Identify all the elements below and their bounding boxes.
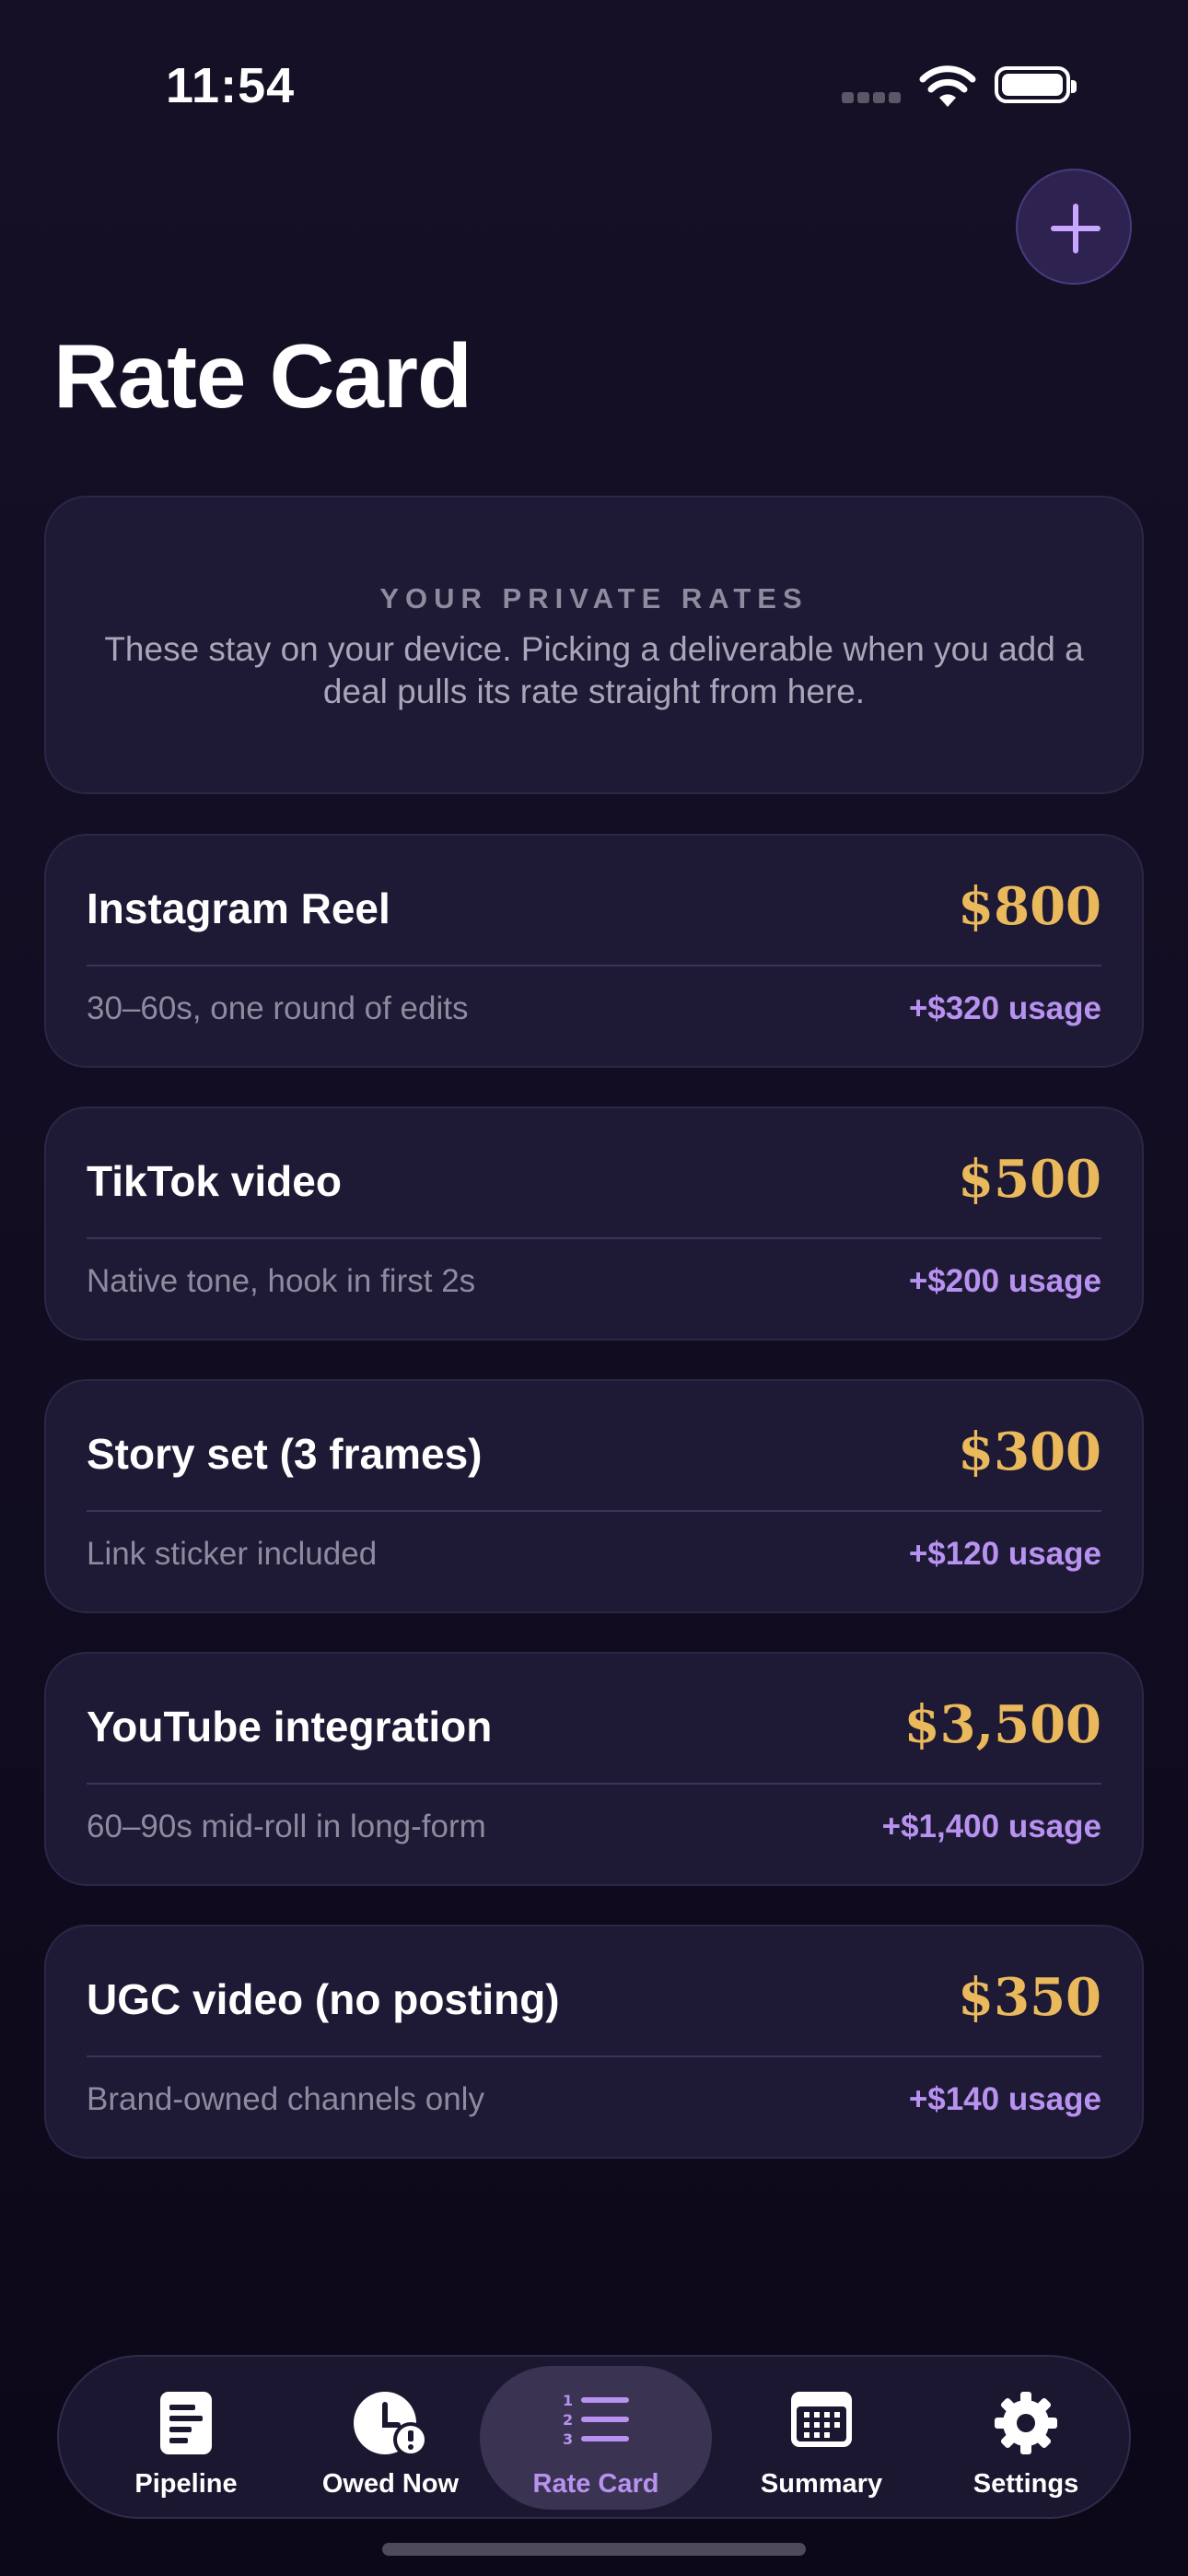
tab-summary[interactable]: Summary — [717, 2366, 926, 2510]
clock-alert-icon — [354, 2392, 428, 2457]
gear-icon — [995, 2392, 1057, 2454]
tab-pipeline[interactable]: Pipeline — [82, 2366, 290, 2510]
rate-price: $500 — [958, 1149, 1101, 1210]
tab-label: Rate Card — [532, 2469, 659, 2499]
private-rates-info-card: YOUR PRIVATE RATES These stay on your de… — [44, 496, 1144, 794]
rate-card-ugc-video[interactable]: UGC video (no posting) $350 Brand-owned … — [44, 1925, 1144, 2159]
tab-owed-now[interactable]: Owed Now — [286, 2366, 495, 2510]
calendar-icon — [791, 2392, 852, 2447]
divider — [87, 1237, 1101, 1239]
rate-usage: +$140 usage — [908, 2081, 1101, 2117]
tab-label: Owed Now — [321, 2469, 460, 2499]
numbered-list-icon: 1 2 3 — [563, 2392, 629, 2448]
rate-price: $800 — [958, 876, 1101, 937]
plus-icon — [1051, 204, 1101, 253]
info-heading: YOUR PRIVATE RATES — [379, 582, 809, 615]
divider — [87, 965, 1101, 966]
rate-usage: +$320 usage — [908, 990, 1101, 1026]
rate-description: Brand-owned channels only — [87, 2081, 484, 2117]
rate-usage: +$200 usage — [908, 1263, 1101, 1299]
rate-card-story-set[interactable]: Story set (3 frames) $300 Link sticker i… — [44, 1379, 1144, 1613]
svg-text:1: 1 — [563, 2392, 573, 2409]
rate-card-youtube-integration[interactable]: YouTube integration $3,500 60–90s mid-ro… — [44, 1652, 1144, 1886]
rate-description: Native tone, hook in first 2s — [87, 1263, 476, 1299]
tab-settings[interactable]: Settings — [922, 2366, 1130, 2510]
page-title: Rate Card — [53, 325, 472, 427]
rate-description: 60–90s mid-roll in long-form — [87, 1809, 486, 1844]
divider — [87, 2055, 1101, 2057]
tab-label: Pipeline — [134, 2469, 238, 2499]
status-bar: 11:54 — [0, 0, 1188, 175]
rate-price: $350 — [958, 1967, 1101, 2028]
rate-description: Link sticker included — [87, 1536, 378, 1572]
info-body: These stay on your device. Picking a del… — [104, 630, 1084, 710]
home-indicator — [382, 2543, 806, 2556]
rate-card-tiktok-video[interactable]: TikTok video $500 Native tone, hook in f… — [44, 1107, 1144, 1341]
tab-label: Settings — [973, 2469, 1079, 2499]
rate-description: 30–60s, one round of edits — [87, 990, 469, 1026]
rate-card-instagram-reel[interactable]: Instagram Reel $800 30–60s, one round of… — [44, 834, 1144, 1068]
cellular-signal-icon — [842, 92, 903, 105]
tab-bar: Pipeline Owed Now 1 2 3 Rate Card Summar… — [57, 2355, 1131, 2519]
rate-price: $3,500 — [903, 1694, 1101, 1755]
document-icon — [160, 2392, 212, 2454]
rate-name: UGC video (no posting) — [87, 1975, 560, 2023]
rate-name: YouTube integration — [87, 1703, 493, 1751]
battery-icon — [995, 66, 1077, 103]
add-rate-button[interactable] — [1016, 169, 1132, 285]
rate-name: Story set (3 frames) — [87, 1430, 483, 1478]
rate-usage: +$120 usage — [908, 1536, 1101, 1572]
tab-rate-card[interactable]: 1 2 3 Rate Card — [480, 2366, 712, 2510]
divider — [87, 1510, 1101, 1512]
tab-label: Summary — [760, 2469, 883, 2499]
status-time: 11:54 — [166, 58, 296, 113]
rate-name: TikTok video — [87, 1157, 342, 1205]
svg-text:3: 3 — [563, 2430, 573, 2448]
rate-usage: +$1,400 usage — [881, 1809, 1101, 1844]
rate-name: Instagram Reel — [87, 884, 390, 932]
wifi-icon — [919, 65, 976, 107]
rate-price: $300 — [958, 1422, 1101, 1482]
svg-text:2: 2 — [563, 2411, 573, 2429]
divider — [87, 1783, 1101, 1785]
